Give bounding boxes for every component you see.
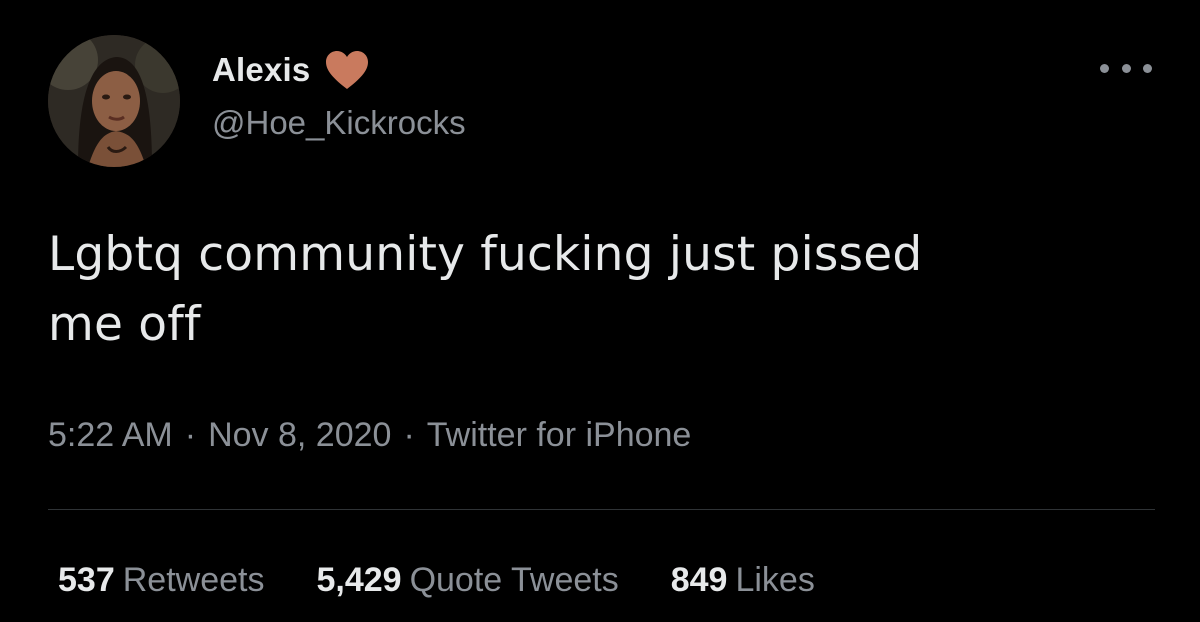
likes-count: 849 [670, 561, 728, 599]
tweet-text-line: me off [48, 297, 201, 352]
divider [48, 509, 1155, 510]
display-name-row[interactable]: Alexis [212, 50, 370, 90]
likes-label: Likes [735, 561, 815, 599]
tweet-time[interactable]: 5:22 AM [48, 416, 173, 454]
quote-tweets-count: 5,429 [316, 561, 402, 599]
tweet-date[interactable]: Nov 8, 2020 [208, 416, 391, 454]
user-handle[interactable]: @Hoe_Kickrocks [212, 104, 466, 142]
avatar-photo [48, 35, 180, 167]
avatar[interactable] [48, 35, 180, 167]
tweet-card: Alexis @Hoe_Kickrocks Lgbtq community fu… [0, 0, 1200, 622]
quote-tweets-label: Quote Tweets [409, 561, 619, 599]
quote-tweets-stat[interactable]: 5,429 Quote Tweets [316, 561, 618, 600]
meta-separator: · [403, 416, 415, 454]
likes-stat[interactable]: 849 Likes [671, 561, 815, 600]
more-options-icon[interactable] [1100, 58, 1152, 78]
meta-separator: · [184, 416, 197, 454]
tweet-text-line: Lgbtq community fucking just pissed [48, 227, 923, 282]
heart-icon [326, 51, 369, 89]
retweets-label: Retweets [122, 561, 265, 599]
more-dot [1143, 63, 1152, 73]
tweet-text: Lgbtq community fucking just pissed me o… [48, 220, 1148, 360]
tweet-metadata: 5:22 AM · Nov 8, 2020 · Twitter for iPhone [48, 416, 691, 455]
more-dot [1121, 63, 1131, 73]
more-dot [1100, 63, 1109, 73]
retweets-count: 537 [58, 561, 115, 599]
retweets-stat[interactable]: 537 Retweets [58, 561, 264, 600]
tweet-source[interactable]: Twitter for iPhone [427, 416, 692, 454]
engagement-stats: 537 Retweets 5,429 Quote Tweets 849 Likes [58, 561, 815, 600]
display-name[interactable]: Alexis [212, 51, 310, 89]
